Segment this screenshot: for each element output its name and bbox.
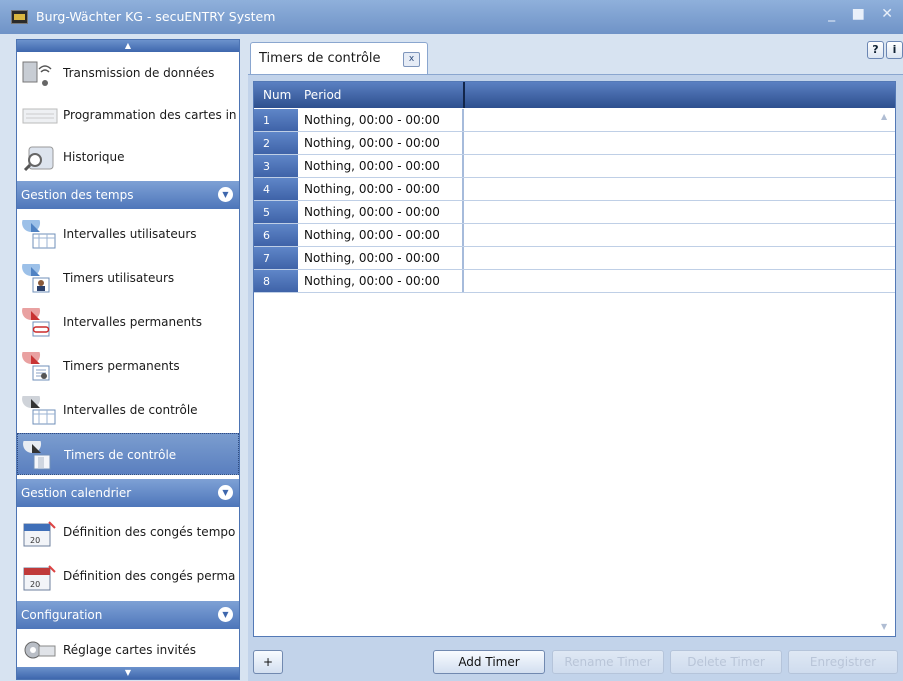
tab-content: Num Period 1 Nothing, 00:00 - 00:00 2 No… [248, 74, 903, 681]
column-separator[interactable] [463, 82, 465, 108]
group-title: Gestion des temps [21, 188, 134, 202]
row-num: 2 [254, 132, 298, 154]
sidebar-scroll-up-button[interactable]: ▲ [17, 40, 239, 52]
sidebar-item-reglage-cartes[interactable]: Réglage cartes invités [17, 632, 239, 668]
table-row[interactable]: 8 Nothing, 00:00 - 00:00 [254, 270, 895, 293]
sidebar-item-intervalles-permanents[interactable]: Intervalles permanents [17, 301, 239, 343]
sidebar-item-label: Historique [63, 150, 125, 164]
calendar-temporary-icon: 20 [23, 521, 56, 547]
window-controls[interactable]: _ ■ ✕ [828, 6, 899, 22]
sidebar: ▲ Transmission de données Programmation … [16, 39, 240, 680]
column-header-period[interactable]: Period [304, 88, 341, 102]
chevron-down-icon[interactable]: ▼ [218, 187, 233, 202]
row-num: 1 [254, 109, 298, 131]
title-bar: Burg-Wächter KG - secuENTRY System _ ■ ✕ [0, 0, 903, 34]
table-row[interactable]: 6 Nothing, 00:00 - 00:00 [254, 224, 895, 247]
user-interval-icon [22, 220, 56, 249]
sidebar-item-conges-permanents[interactable]: 20 Définition des congés perma [17, 555, 239, 597]
sidebar-item-label: Intervalles permanents [63, 315, 203, 329]
sidebar-item-intervalles-controle[interactable]: Intervalles de contrôle [17, 389, 239, 431]
sidebar-item-label: Programmation des cartes in [63, 108, 237, 122]
sidebar-item-label: Timers utilisateurs [63, 271, 175, 285]
group-header-gestion-temps[interactable]: Gestion des temps ▼ [17, 181, 239, 209]
table-row[interactable]: 1 Nothing, 00:00 - 00:00 [254, 109, 895, 132]
help-buttons: ? i [865, 41, 903, 59]
row-num: 5 [254, 201, 298, 223]
add-timer-button[interactable]: Add Timer [433, 650, 545, 674]
history-magnifier-icon [23, 146, 54, 172]
sidebar-item-label: Intervalles de contrôle [63, 403, 198, 417]
sidebar-item-timers-controle[interactable]: Timers de contrôle [17, 433, 239, 475]
sidebar-item-label: Timers de contrôle [64, 448, 177, 462]
main-panel: Timers de contrôle x ? i Num Period 1 Not… [246, 38, 903, 681]
permanent-timer-icon [22, 352, 50, 381]
sidebar-item-timers-utilisateurs[interactable]: Timers utilisateurs [17, 257, 239, 299]
column-header-num[interactable]: Num [263, 88, 291, 102]
row-num: 7 [254, 247, 298, 269]
table-row[interactable]: 7 Nothing, 00:00 - 00:00 [254, 247, 895, 270]
group-title: Configuration [21, 608, 103, 622]
chevron-down-icon[interactable]: ▼ [218, 485, 233, 500]
window-title: Burg-Wächter KG - secuENTRY System [36, 9, 276, 24]
app-logo-icon [11, 10, 28, 24]
calendar-permanent-icon: 20 [23, 565, 56, 591]
row-period[interactable]: Nothing, 00:00 - 00:00 [298, 109, 464, 131]
group-title: Gestion calendrier [21, 486, 132, 500]
info-button[interactable]: i [886, 41, 903, 59]
tab-timers-controle[interactable]: Timers de contrôle x [250, 42, 428, 74]
sidebar-item-label: Transmission de données [63, 66, 215, 80]
row-period[interactable]: Nothing, 00:00 - 00:00 [298, 132, 464, 154]
data-transmission-icon [22, 61, 52, 86]
sidebar-scroll-down-button[interactable]: ▼ [17, 667, 239, 679]
row-num: 6 [254, 224, 298, 246]
row-period[interactable]: Nothing, 00:00 - 00:00 [298, 201, 464, 223]
row-num: 8 [254, 270, 298, 292]
sidebar-item-label: Intervalles utilisateurs [63, 227, 197, 241]
delete-timer-button[interactable]: Delete Timer [670, 650, 782, 674]
row-period[interactable]: Nothing, 00:00 - 00:00 [298, 178, 464, 200]
group-header-gestion-calendrier[interactable]: Gestion calendrier ▼ [17, 479, 239, 507]
grid-scroll-down-icon[interactable]: ▼ [881, 622, 891, 632]
table-row[interactable]: 4 Nothing, 00:00 - 00:00 [254, 178, 895, 201]
row-num: 4 [254, 178, 298, 200]
grid-header: Num Period [254, 82, 895, 108]
guest-card-settings-icon [24, 641, 56, 659]
sidebar-item-label: Timers permanents [63, 359, 180, 373]
group-header-configuration[interactable]: Configuration ▼ [17, 601, 239, 629]
chevron-down-icon[interactable]: ▼ [218, 607, 233, 622]
add-row-button[interactable]: + [253, 650, 283, 674]
sidebar-item-label: Définition des congés perma [63, 569, 236, 583]
svg-text:20: 20 [30, 580, 40, 589]
help-button[interactable]: ? [867, 41, 884, 59]
tab-label: Timers de contrôle [259, 51, 381, 66]
sidebar-item-timers-permanents[interactable]: Timers permanents [17, 345, 239, 387]
table-row[interactable]: 3 Nothing, 00:00 - 00:00 [254, 155, 895, 178]
timers-grid: Num Period 1 Nothing, 00:00 - 00:00 2 No… [253, 81, 896, 637]
row-num: 3 [254, 155, 298, 177]
svg-text:20: 20 [30, 536, 40, 545]
user-timer-icon [22, 264, 50, 293]
sidebar-item-label: Réglage cartes invités [63, 643, 197, 657]
table-row[interactable]: 2 Nothing, 00:00 - 00:00 [254, 132, 895, 155]
sidebar-item-programmation[interactable]: Programmation des cartes in [17, 94, 239, 136]
sidebar-item-transmission[interactable]: Transmission de données [17, 52, 239, 94]
save-button[interactable]: Enregistrer [788, 650, 898, 674]
control-timer-icon [23, 441, 51, 470]
row-period[interactable]: Nothing, 00:00 - 00:00 [298, 224, 464, 246]
sidebar-item-historique[interactable]: Historique [17, 136, 239, 178]
sidebar-item-label: Définition des congés tempo [63, 525, 236, 539]
grid-scroll-up-icon[interactable]: ▲ [881, 112, 891, 122]
control-interval-icon [22, 396, 56, 425]
table-row[interactable]: 5 Nothing, 00:00 - 00:00 [254, 201, 895, 224]
row-period[interactable]: Nothing, 00:00 - 00:00 [298, 270, 464, 292]
permanent-interval-icon [22, 308, 50, 337]
row-period[interactable]: Nothing, 00:00 - 00:00 [298, 247, 464, 269]
sidebar-item-conges-temporaires[interactable]: 20 Définition des congés tempo [17, 511, 239, 553]
sidebar-item-intervalles-utilisateurs[interactable]: Intervalles utilisateurs [17, 213, 239, 255]
row-period[interactable]: Nothing, 00:00 - 00:00 [298, 155, 464, 177]
rename-timer-button[interactable]: Rename Timer [552, 650, 664, 674]
card-programming-icon [22, 108, 58, 124]
close-icon[interactable]: x [403, 52, 420, 67]
